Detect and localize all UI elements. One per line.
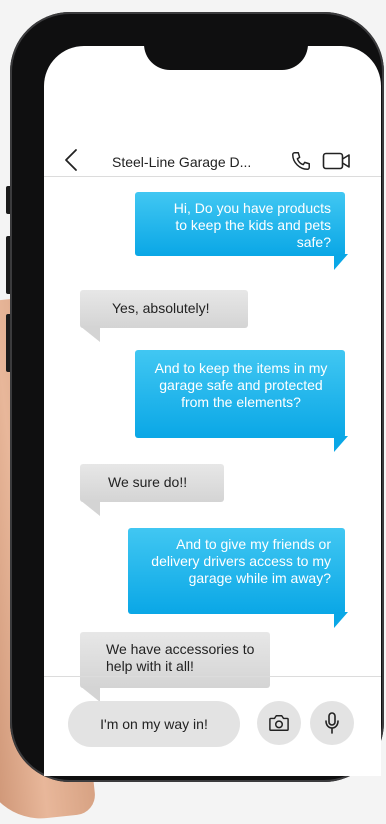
message-list: Hi, Do you have products to keep the kid… [44,178,381,702]
phone-frame: Steel-Line Garage D... Hi, Do you have p… [10,12,384,782]
chat-header: Steel-Line Garage D... [44,96,381,177]
outgoing-message: Hi, Do you have products to keep the kid… [135,192,345,256]
message-input[interactable] [68,701,240,747]
composer-divider [44,676,381,677]
bubble-tail [334,612,348,628]
incoming-message: Yes, absolutely! [80,290,248,328]
microphone-button[interactable] [310,701,354,745]
chat-screen: Steel-Line Garage D... Hi, Do you have p… [44,46,381,776]
bubble-tail [80,686,100,702]
outgoing-message: And to keep the items in my garage safe … [135,350,345,438]
camera-icon [269,715,289,731]
bubble-tail [80,500,100,516]
incoming-message: We have accessories to help with it all! [80,632,270,688]
phone-icon [292,152,310,170]
microphone-icon [325,712,339,734]
call-button[interactable] [290,150,312,177]
contact-name[interactable]: Steel-Line Garage D... [112,154,287,170]
phone-notch [144,24,308,70]
bubble-tail [80,326,100,342]
back-button[interactable] [64,148,78,176]
bubble-tail [334,436,348,452]
bubble-tail [334,254,348,270]
video-camera-icon [322,152,350,170]
camera-button[interactable] [257,701,301,745]
chevron-left-icon [65,149,77,171]
outgoing-message: And to give my friends or delivery drive… [128,528,345,614]
incoming-message: We sure do!! [80,464,224,502]
video-call-button[interactable] [322,150,352,177]
